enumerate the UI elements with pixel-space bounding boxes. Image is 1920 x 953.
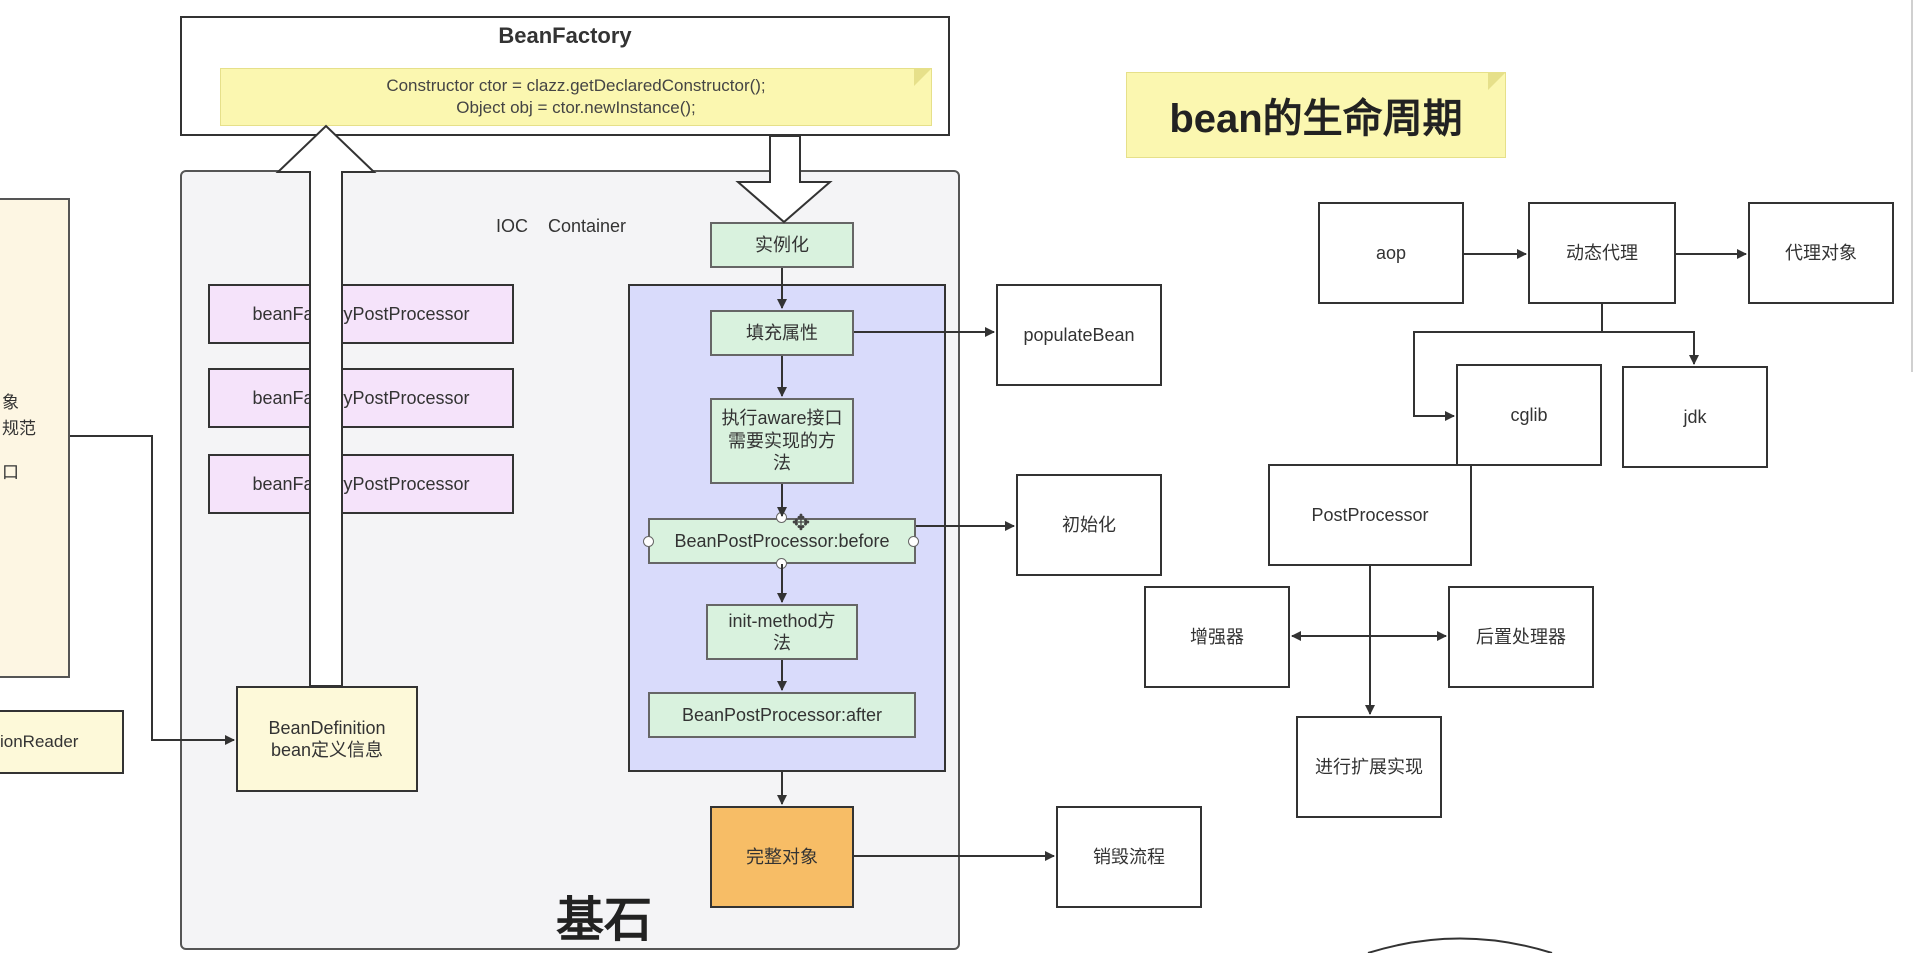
reader-connector (70, 435, 235, 745)
hollow-arrow-up (275, 124, 377, 687)
proxy-to-cglib-connector (1413, 304, 1603, 421)
connector-layer (70, 0, 1913, 953)
hollow-arrow-down (735, 135, 833, 224)
proxy-to-jdk-connector (1602, 331, 1699, 365)
partial-oval (1367, 937, 1553, 953)
